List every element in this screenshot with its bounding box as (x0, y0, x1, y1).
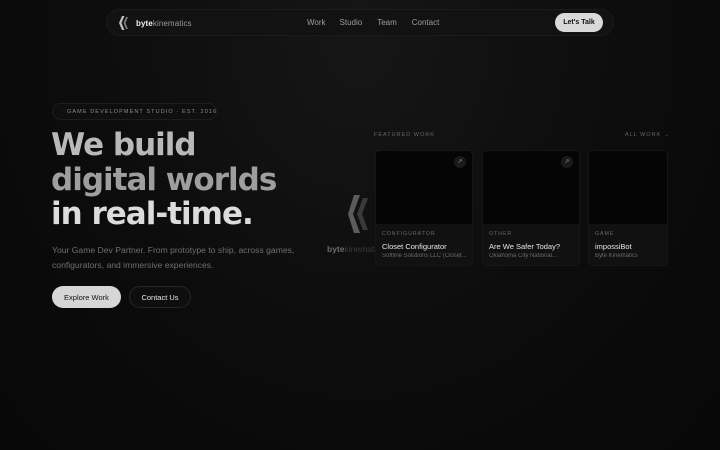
nav-link-work[interactable]: Work (307, 18, 326, 27)
page: bytekinematics Work Studio Team Contact … (0, 0, 720, 450)
headline-line-1: We build (51, 127, 197, 163)
card-category: CONFIGURATOR (382, 231, 436, 237)
brand-logo[interactable]: bytekinematics (119, 16, 192, 30)
card-client: Byte Kinematics (595, 253, 639, 259)
nav-link-studio[interactable]: Studio (340, 18, 363, 27)
card-thumbnail (589, 151, 667, 224)
nav-link-contact[interactable]: Contact (412, 18, 440, 27)
headline-line-3: in real-time. (51, 196, 254, 232)
hero-headline: We build digital worlds in real-time. (51, 128, 331, 232)
logo-mark-icon (348, 195, 368, 233)
project-card-impossibot[interactable]: GAME impossiBot Byte Kinematics (588, 150, 668, 266)
card-client: Softline Solutions LLC (Closet... (382, 253, 467, 259)
project-card-are-we-safer-today[interactable]: ↗ OTHER Are We Safer Today? Oklahoma Cit… (482, 150, 580, 266)
hero-subtitle: Your Game Dev Partner. From prototype to… (52, 245, 295, 270)
badge-text: GAME DEVELOPMENT STUDIO · EST. 2016 (67, 108, 218, 115)
card-title: impossiBot (595, 242, 632, 251)
contact-us-button[interactable]: Contact Us (129, 286, 191, 308)
nav-link-team[interactable]: Team (377, 18, 397, 27)
lets-talk-button[interactable]: Let's Talk (555, 13, 603, 32)
nav-links: Work Studio Team Contact (307, 18, 439, 27)
card-title: Closet Configurator (382, 242, 447, 251)
studio-badge: GAME DEVELOPMENT STUDIO · EST. 2016 (52, 103, 217, 120)
logo-mark-icon (119, 16, 128, 30)
brand-name: bytekinematics (136, 18, 192, 28)
top-navbar: bytekinematics Work Studio Team Contact … (106, 9, 614, 36)
card-title: Are We Safer Today? (489, 242, 561, 251)
headline-line-2: digital worlds (51, 161, 277, 198)
card-category: GAME (595, 231, 615, 237)
featured-work-label: FEATURED WORK (374, 132, 435, 138)
all-work-link[interactable]: ALL WORK → (625, 132, 670, 138)
card-category: OTHER (489, 231, 513, 237)
arrow-up-right-icon[interactable]: ↗ (561, 156, 573, 168)
explore-work-button[interactable]: Explore Work (52, 286, 121, 308)
arrow-up-right-icon[interactable]: ↗ (454, 156, 466, 168)
card-client: Oklahoma City National... (489, 253, 558, 259)
project-card-closet-configurator[interactable]: ↗ CONFIGURATOR Closet Configurator Softl… (375, 150, 473, 266)
